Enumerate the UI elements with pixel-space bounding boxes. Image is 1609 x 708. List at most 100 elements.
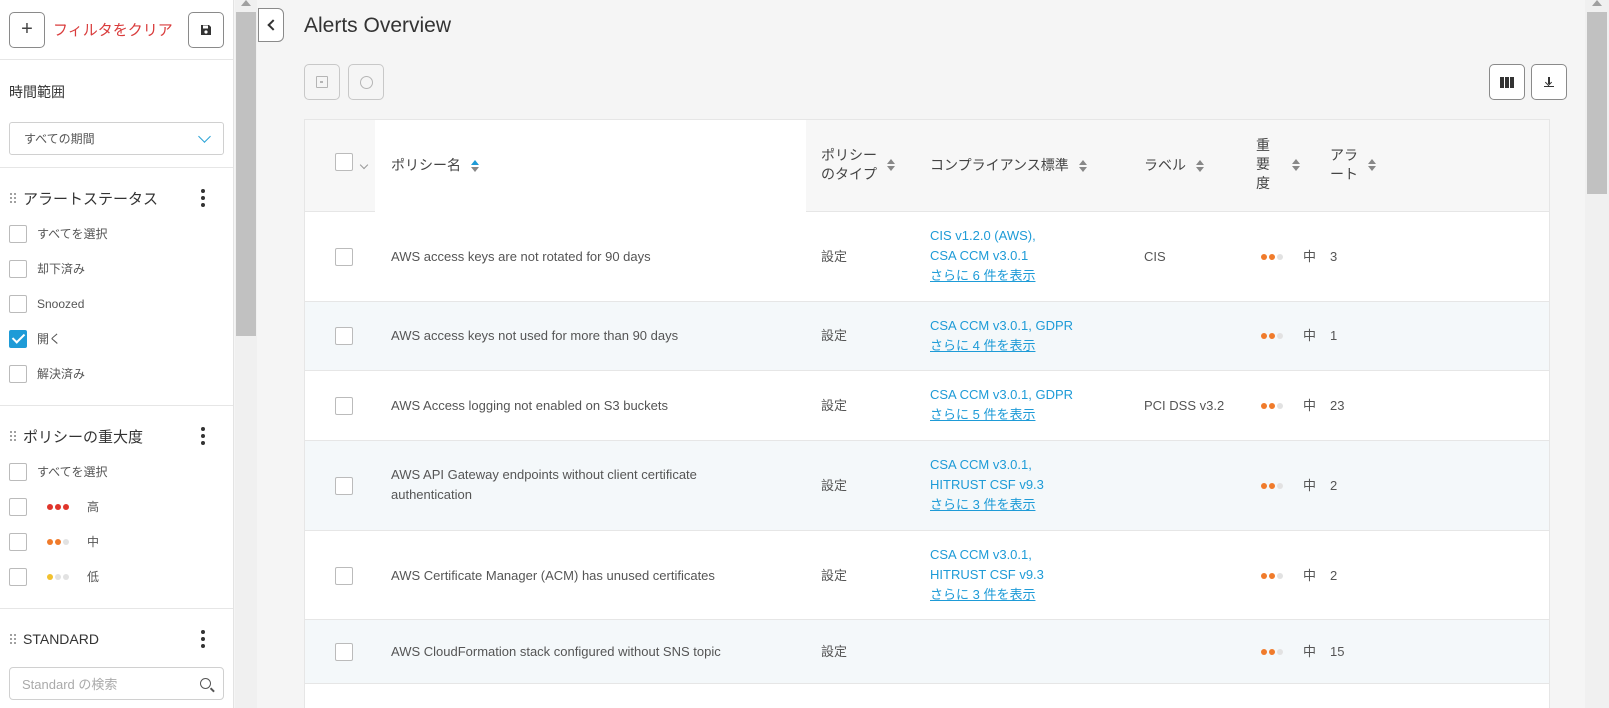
compliance-standard[interactable]: HITRUST CSF v9.3 [930,475,1044,495]
standard-search-input[interactable]: Standard の検索 [9,667,224,700]
checkbox[interactable] [9,224,27,243]
column-label-line: 要 [1256,156,1270,172]
checkbox[interactable] [9,462,27,481]
row-checkbox[interactable] [335,327,353,345]
row-checkbox[interactable] [335,643,353,661]
column-policy-name[interactable]: ポリシー名 [391,156,479,175]
table-row[interactable]: AWS CloudFormation stack configured with… [305,620,1549,684]
severity-option-select-all[interactable]: すべてを選択 [0,454,233,489]
more-options-icon[interactable] [201,189,205,207]
download-button[interactable] [1531,64,1567,100]
compliance-standard[interactable]: CSA CCM v3.0.1, [930,455,1044,475]
clear-filter-link[interactable]: フィルタをクリア [53,19,188,40]
table-row[interactable]: AWS Certificate Manager (ACM) has unused… [305,531,1549,620]
collapse-sidebar-button[interactable] [258,8,284,42]
severity-option-high[interactable]: 高 [0,489,233,524]
table-row[interactable]: AWS API Gateway endpoints without client… [305,441,1549,531]
row-checkbox[interactable] [335,567,353,585]
policy-name[interactable]: AWS access keys not used for more than 9… [391,326,678,346]
checkbox[interactable] [9,364,27,383]
more-options-icon[interactable] [201,427,205,445]
compliance-standard[interactable]: CSA CCM v3.0.1, [930,545,1044,565]
scrollbar-thumb[interactable] [236,12,256,336]
table-row[interactable]: AWS access keys not used for more than 9… [305,302,1549,371]
severity-option-medium[interactable]: 中 [0,524,233,559]
checkbox[interactable] [9,532,27,551]
compliance-standard[interactable]: CSA CCM v3.0.1 [930,246,1036,266]
column-policy-type[interactable]: ポリシー のタイプ [821,146,895,184]
severity-option-low[interactable]: 低 [0,559,233,594]
more-options-icon[interactable] [201,630,205,648]
row-checkbox[interactable] [335,397,353,415]
label-value: CIS [1144,249,1166,264]
compliance-standard[interactable]: CSA CCM v3.0.1, GDPR [930,316,1073,336]
column-alerts[interactable]: アラ ート [1330,146,1376,184]
compliance-standard[interactable]: CIS v1.2.0 (AWS), [930,226,1036,246]
sort-icon[interactable] [1368,159,1376,171]
add-filter-button[interactable]: + [9,11,45,48]
show-more-link[interactable]: さらに 5 件を表示 [930,405,1073,425]
policy-name[interactable]: AWS access keys are not rotated for 90 d… [391,247,651,267]
drag-handle-icon[interactable] [9,633,17,645]
time-range-select[interactable]: すべての期間 [9,122,224,155]
sort-icon[interactable] [1196,159,1204,172]
sort-icon[interactable] [1292,158,1300,171]
show-more-link[interactable]: さらに 3 件を表示 [930,585,1044,605]
show-more-link[interactable]: さらに 6 件を表示 [930,266,1036,286]
table-row[interactable]: AWS access keys are not rotated for 90 d… [305,212,1549,302]
checkbox[interactable] [9,294,27,313]
row-checkbox[interactable] [335,477,353,495]
row-checkbox[interactable] [335,248,353,266]
scroll-up-arrow-icon[interactable] [1592,0,1602,6]
compliance-standard[interactable]: CSA CCM v3.0.1, GDPR [930,385,1073,405]
status-option-open[interactable]: 開く [0,321,233,356]
table-row[interactable]: AWS Access logging not enabled on S3 buc… [305,371,1549,441]
policy-name[interactable]: AWS CloudFormation stack configured with… [391,642,721,662]
sidebar-scrollbar[interactable] [235,0,257,708]
drag-handle-icon[interactable] [9,192,17,204]
save-filter-button[interactable] [188,11,224,48]
column-severity[interactable]: 重要度 [1256,136,1300,193]
alert-count[interactable]: 3 [1330,247,1337,267]
sort-icon[interactable] [471,159,479,172]
status-option-dismissed[interactable]: 却下済み [0,251,233,286]
scrollbar-thumb[interactable] [1587,12,1607,194]
alert-count[interactable]: 1 [1330,326,1337,346]
policy-name[interactable]: AWS Certificate Manager (ACM) has unused… [391,566,715,586]
sort-icon[interactable] [1078,159,1087,172]
columns-button[interactable] [1489,64,1525,100]
status-option-snoozed[interactable]: Snoozed [0,286,233,321]
severity-medium-icon [1261,403,1283,409]
alert-count[interactable]: 2 [1330,476,1337,496]
severity-value: 中 [1303,644,1317,659]
checkbox[interactable] [9,567,27,586]
select-all-control[interactable] [335,153,369,171]
scroll-up-arrow-icon[interactable] [241,0,251,6]
alert-count[interactable]: 2 [1330,566,1337,586]
checkbox[interactable] [9,259,27,278]
page-scrollbar[interactable] [1585,0,1609,708]
severity-medium-icon [1261,333,1283,339]
sort-icon[interactable] [887,159,895,171]
save-icon [201,24,211,35]
column-compliance[interactable]: コンプライアンス標準 [930,156,1087,175]
table-row[interactable] [305,684,1549,708]
compliance-standard[interactable]: HITRUST CSF v9.3 [930,565,1044,585]
snooze-alerts-button[interactable] [348,64,384,100]
alert-count[interactable]: 23 [1330,396,1344,416]
select-all-checkbox[interactable] [335,153,353,171]
chevron-down-icon[interactable] [359,160,369,170]
severity-value: 中 [1303,249,1317,264]
show-more-link[interactable]: さらに 3 件を表示 [930,495,1044,515]
show-more-link[interactable]: さらに 4 件を表示 [930,336,1073,356]
status-option-select-all[interactable]: すべてを選択 [0,216,233,251]
dismiss-alerts-button[interactable] [304,64,340,100]
checkbox[interactable] [9,497,27,516]
column-label[interactable]: ラベル [1144,156,1204,175]
policy-name[interactable]: AWS Access logging not enabled on S3 buc… [391,396,668,416]
status-option-resolved[interactable]: 解決済み [0,356,233,391]
drag-handle-icon[interactable] [9,430,17,442]
checkbox-checked[interactable] [9,329,27,348]
alert-count[interactable]: 15 [1330,642,1344,662]
policy-name[interactable]: AWS API Gateway endpoints without client… [391,465,697,505]
